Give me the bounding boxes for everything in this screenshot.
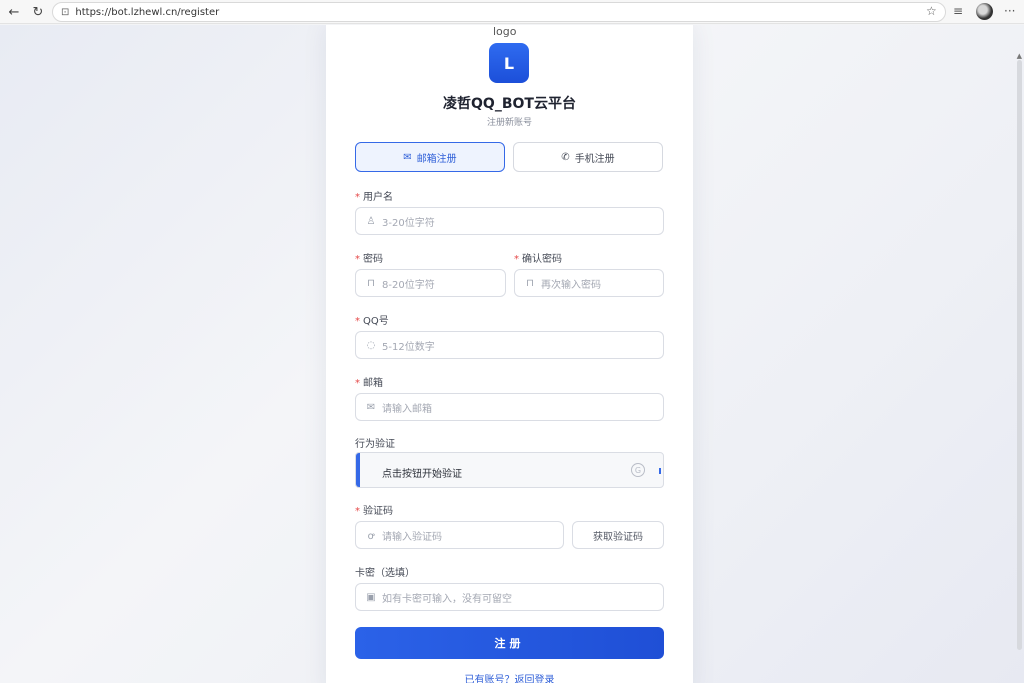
user-icon: ♙ xyxy=(366,215,376,227)
chat-icon: ◌ xyxy=(366,339,376,351)
password-label: * 密码 xyxy=(355,254,383,265)
lock-icon: ⊓ xyxy=(367,277,375,289)
address-bar[interactable]: ⊡ https://bot.lzhewl.cn/register xyxy=(52,2,946,22)
qq-label: * QQ号 xyxy=(355,316,389,327)
username-input[interactable]: ♙ 3-20位字符 xyxy=(355,207,664,235)
card-key-input[interactable]: ▣ 如有卡密可输入，没有可留空 xyxy=(355,583,664,611)
back-to-login-link[interactable]: 已有账号？返回登录 xyxy=(326,671,693,683)
lock-icon: ⊓ xyxy=(526,277,534,289)
url-text: https://bot.lzhewl.cn/register xyxy=(75,6,220,18)
email-input[interactable]: ✉ 请输入邮箱 xyxy=(355,393,664,421)
register-card: logo L 凌哲QQ_BOT云平台 注册新账号 ✉ 邮箱注册 ✆ 手机注册 *… xyxy=(326,25,693,683)
more-menu-icon[interactable]: ··· xyxy=(1004,4,1015,18)
favorites-list-icon[interactable]: ≡ xyxy=(953,4,963,18)
captcha-accent-bar xyxy=(356,453,360,487)
logo-image: logo xyxy=(493,25,517,38)
get-code-button[interactable]: 获取验证码 xyxy=(572,521,664,549)
captcha-widget[interactable]: 点击按钮开始验证 G xyxy=(355,452,664,488)
phone-icon: ✆ xyxy=(561,151,570,163)
code-label: * 验证码 xyxy=(355,506,393,517)
profile-avatar[interactable] xyxy=(976,3,993,20)
browser-toolbar: ← ↻ ⊡ https://bot.lzhewl.cn/register ☆ ≡… xyxy=(0,0,1024,24)
page-title: 凌哲QQ_BOT云平台 xyxy=(443,96,576,112)
page-viewport: logo L 凌哲QQ_BOT云平台 注册新账号 ✉ 邮箱注册 ✆ 手机注册 *… xyxy=(0,25,1024,683)
captcha-label: 行为验证 xyxy=(355,439,395,450)
mail-icon: ✉ xyxy=(403,151,412,163)
confirm-password-label: * 确认密码 xyxy=(514,254,562,265)
site-info-icon[interactable]: ⊡ xyxy=(61,7,69,18)
qq-input[interactable]: ◌ 5-12位数字 xyxy=(355,331,664,359)
tab-label: 邮箱注册 xyxy=(416,153,457,165)
favorite-star-icon[interactable]: ☆ xyxy=(926,4,937,18)
refresh-icon[interactable]: G xyxy=(631,463,645,477)
tab-label: 手机注册 xyxy=(574,153,615,165)
confirm-password-input[interactable]: ⊓ 再次输入密码 xyxy=(514,269,664,297)
username-label: * 用户名 xyxy=(355,192,393,203)
code-input[interactable]: ꝍ 请输入验证码 xyxy=(355,521,564,549)
card-key-label: 卡密（选填） xyxy=(355,568,415,579)
tab-phone-register[interactable]: ✆ 手机注册 xyxy=(513,142,663,172)
scroll-up-arrow-icon[interactable]: ▲ xyxy=(1017,52,1022,60)
register-button[interactable]: 注册 xyxy=(355,627,664,659)
captcha-handle[interactable] xyxy=(659,468,661,474)
ticket-icon: ▣ xyxy=(366,591,376,603)
key-icon: ꝍ xyxy=(367,531,375,542)
captcha-prompt: 点击按钮开始验证 xyxy=(382,469,462,480)
email-label: * 邮箱 xyxy=(355,378,383,389)
page-subtitle: 注册新账号 xyxy=(486,118,532,128)
logo-badge: L xyxy=(489,43,529,83)
tab-email-register[interactable]: ✉ 邮箱注册 xyxy=(355,142,505,172)
reload-icon[interactable]: ↻ xyxy=(27,1,49,23)
mail-icon: ✉ xyxy=(366,401,376,413)
back-arrow-icon[interactable]: ← xyxy=(3,1,25,23)
page-scrollbar[interactable] xyxy=(1017,60,1022,650)
password-input[interactable]: ⊓ 8-20位字符 xyxy=(355,269,506,297)
